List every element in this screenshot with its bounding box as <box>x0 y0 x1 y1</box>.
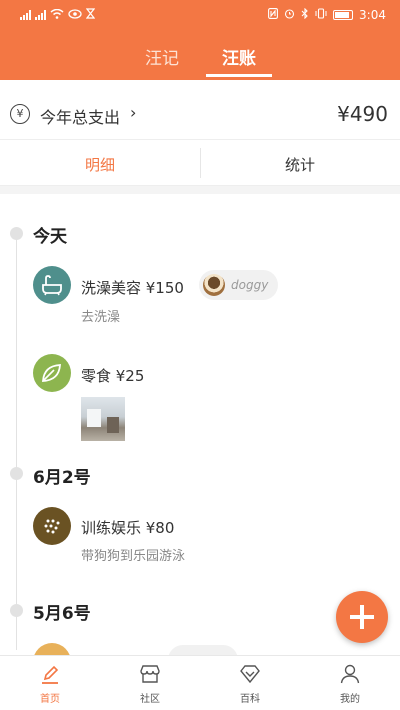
timeline-dot <box>10 227 23 240</box>
bluetooth-icon <box>301 7 309 22</box>
pet-tag[interactable]: doggy <box>199 270 279 300</box>
pet-name: doggy <box>231 278 269 292</box>
nav-community[interactable]: 社区 <box>120 662 180 705</box>
summary-label: 今年总支出 <box>40 108 121 127</box>
pet-avatar <box>203 274 225 296</box>
nav-label: 百科 <box>240 694 260 705</box>
nav-encyclopedia[interactable]: 百科 <box>220 662 280 705</box>
eye-icon <box>68 8 82 22</box>
timeline-dot <box>10 604 23 617</box>
edit-icon <box>42 665 59 684</box>
tab-wangji[interactable]: 汪记 <box>145 44 179 69</box>
day-title: 6月2号 <box>33 468 91 488</box>
entry-title[interactable]: 洗澡美容 ¥150 <box>81 277 184 298</box>
person-icon <box>340 664 360 684</box>
battery-icon <box>333 10 354 20</box>
nav-label: 首页 <box>40 694 60 705</box>
entry-title[interactable]: 训练娱乐 ¥80 <box>81 517 174 538</box>
active-tab-indicator <box>206 74 272 77</box>
status-left-icons <box>20 8 96 22</box>
section-separator <box>0 186 400 194</box>
hourglass-icon <box>85 8 96 22</box>
top-tabs: 汪记 汪账 <box>0 38 400 80</box>
status-bar: 3:04 <box>0 0 400 30</box>
status-right-icons: 3:04 <box>268 7 386 22</box>
store-icon <box>140 665 160 683</box>
nfc-icon <box>268 8 278 22</box>
divider <box>200 148 201 178</box>
dots-icon <box>33 507 71 545</box>
vibrate-icon <box>315 8 327 22</box>
tab-statistics[interactable]: 统计 <box>285 154 315 175</box>
day-title: 5月6号 <box>33 604 91 624</box>
bathtub-icon <box>33 266 71 304</box>
summary-total: ¥490 <box>337 102 388 126</box>
entry-note: 带狗狗到乐园游泳 <box>81 549 186 564</box>
entry-photo[interactable] <box>81 397 125 441</box>
timeline-dot <box>10 467 23 480</box>
nav-home[interactable]: 首页 <box>20 662 80 705</box>
timeline-line <box>16 240 17 650</box>
entry-title[interactable]: 零食 ¥25 <box>81 365 144 386</box>
tab-wangzhang[interactable]: 汪账 <box>222 44 256 69</box>
alarm-icon <box>284 8 295 22</box>
add-expense-button[interactable] <box>336 591 388 643</box>
yen-icon: ¥ <box>10 104 30 124</box>
signal-icon <box>35 10 46 20</box>
diamond-icon <box>240 665 260 684</box>
yearly-expense-summary[interactable]: ¥ 今年总支出 › ¥490 <box>0 90 400 140</box>
bottom-navigation: 首页 社区 百科 我的 <box>0 655 400 710</box>
tab-detail[interactable]: 明细 <box>85 154 115 175</box>
chevron-right-icon: › <box>130 103 137 122</box>
nav-label: 社区 <box>140 694 160 705</box>
nav-profile[interactable]: 我的 <box>320 662 380 705</box>
wifi-icon <box>50 8 64 22</box>
day-title: 今天 <box>33 227 67 247</box>
entry-note: 去洗澡 <box>81 310 121 325</box>
nav-label: 我的 <box>340 694 360 705</box>
sub-tabs: 明细 统计 <box>0 140 400 186</box>
status-time: 3:04 <box>359 8 386 22</box>
leaf-icon <box>33 354 71 392</box>
signal-icon <box>20 10 31 20</box>
app-header: 3:04 汪记 汪账 <box>0 0 400 80</box>
